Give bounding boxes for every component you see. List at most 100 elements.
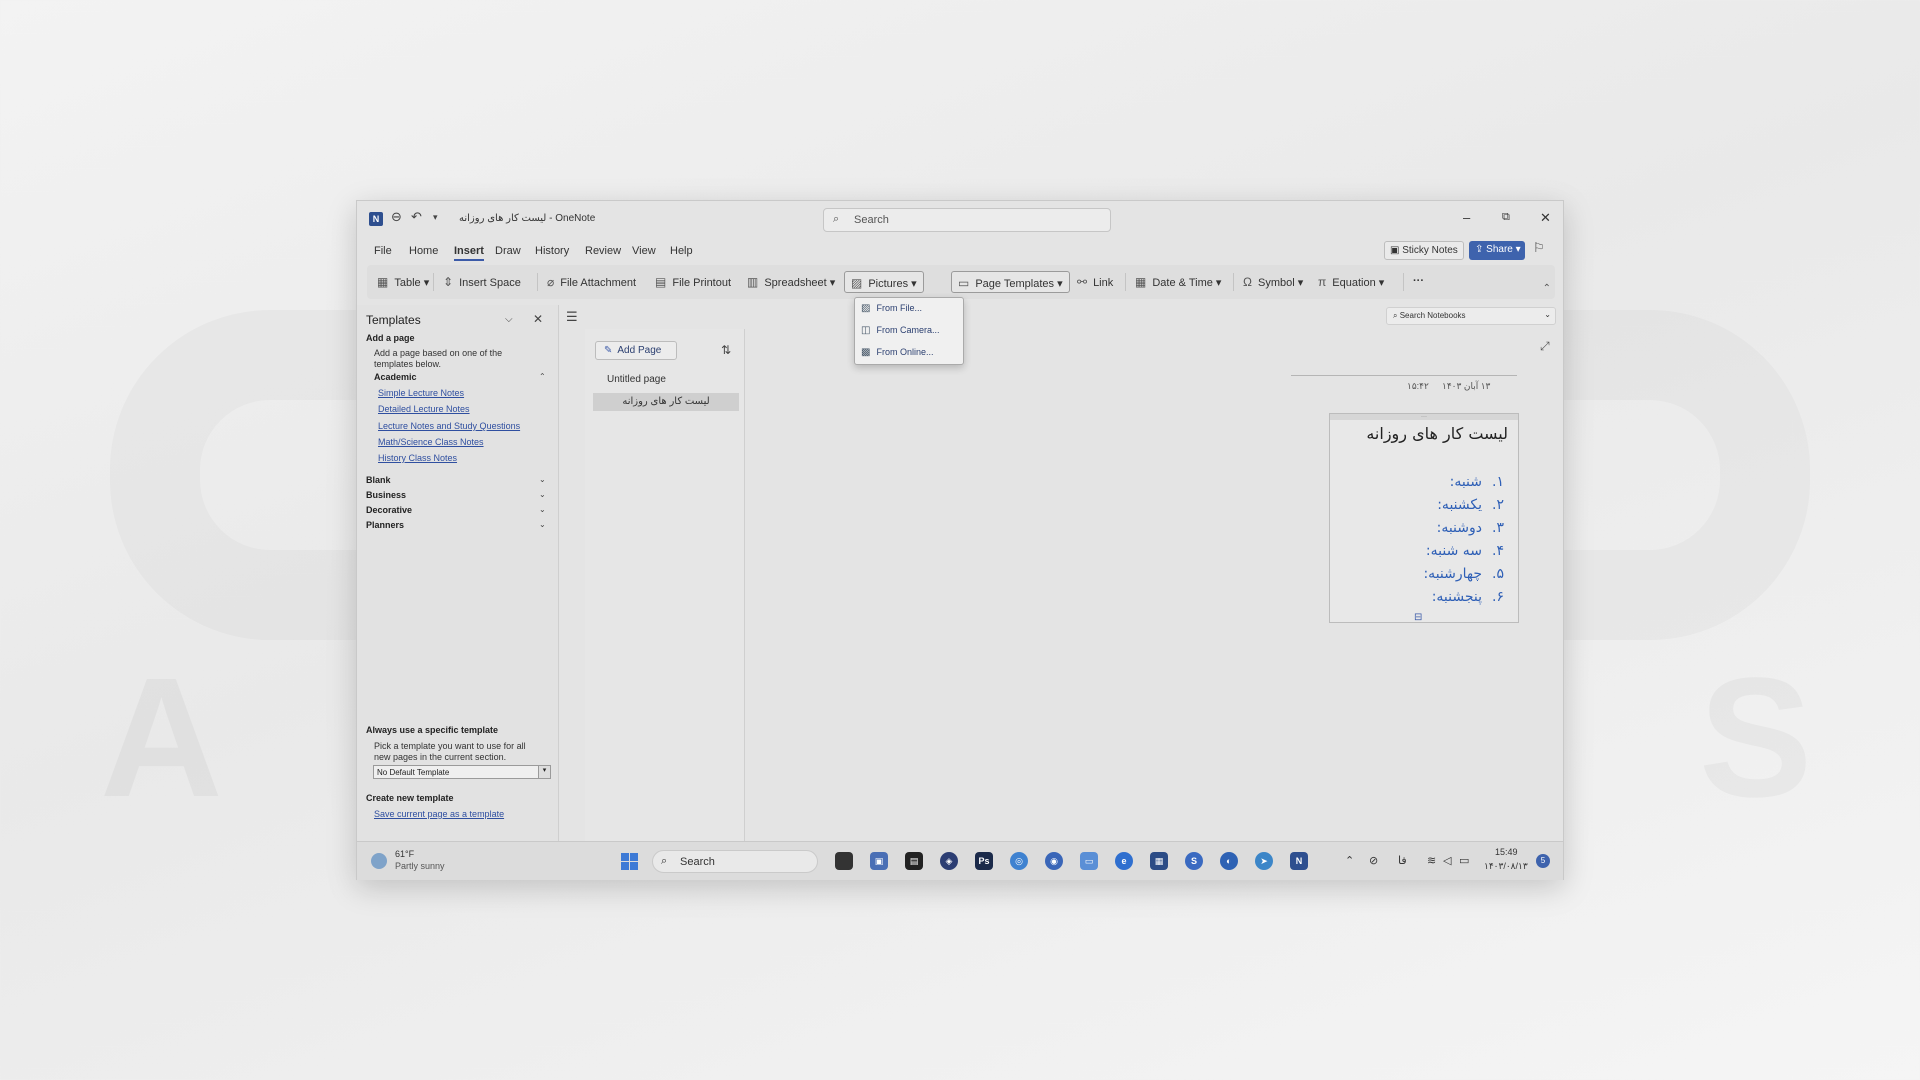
note-container[interactable]: ··· لیست کار های روزانه ۱. شنبه: ۲. یکشنبه… <box>1329 413 1519 623</box>
list-item[interactable]: ۳. دوشنبه: <box>1423 520 1504 543</box>
chevron-down-icon[interactable]: ⌵ <box>505 314 513 325</box>
symbol-button[interactable]: Ω Symbol ▾ <box>1237 271 1309 293</box>
list-item[interactable]: ۱. شنبه: <box>1423 474 1504 497</box>
pictures-button[interactable]: ▨ Pictures ▾ <box>844 271 924 293</box>
chevron-down-icon[interactable]: ⌄ <box>539 475 546 484</box>
terminal-icon[interactable]: ▤ <box>905 852 923 870</box>
note-title[interactable]: لیست کار های روزانه <box>1366 424 1508 443</box>
menu-insert[interactable]: Insert <box>454 245 484 261</box>
menu-draw[interactable]: Draw <box>495 245 521 257</box>
chevron-up-icon[interactable]: ⌃ <box>539 372 546 381</box>
menu-home[interactable]: Home <box>409 245 438 257</box>
template-link[interactable]: Simple Lecture Notes <box>378 388 464 398</box>
save-as-template-link[interactable]: Save current page as a template <box>374 809 504 819</box>
notification-badge[interactable]: 5 <box>1536 854 1550 868</box>
customize-toolbar-icon[interactable]: ▾ <box>433 212 438 223</box>
feedback-icon[interactable]: ⚐ <box>1533 240 1545 256</box>
collapse-ribbon-icon[interactable]: ⌃ <box>1543 283 1551 294</box>
chrome-icon[interactable]: ◎ <box>1010 852 1028 870</box>
photoshop-icon[interactable]: Ps <box>975 852 993 870</box>
minimize-icon[interactable]: – <box>1463 210 1470 225</box>
skype-icon[interactable]: S <box>1185 852 1203 870</box>
list-item[interactable]: ۴. سه شنبه: <box>1423 543 1504 566</box>
wifi-icon[interactable]: ≋ <box>1427 854 1436 867</box>
menu-help[interactable]: Help <box>670 245 693 257</box>
battery-icon[interactable]: ▭ <box>1459 854 1469 867</box>
menu-review[interactable]: Review <box>585 245 621 257</box>
close-icon[interactable]: ✕ <box>1540 210 1551 226</box>
file-explorer-icon[interactable]: ▭ <box>1080 852 1098 870</box>
from-online-item[interactable]: ▩ From Online... <box>861 347 933 358</box>
file-printout-button[interactable]: ▤ File Printout <box>649 271 737 293</box>
chevron-down-icon[interactable]: ⌄ <box>539 490 546 499</box>
telegram-icon[interactable]: ➤ <box>1255 852 1273 870</box>
edge-icon[interactable]: e <box>1115 852 1133 870</box>
sort-icon[interactable]: ⇅ <box>721 343 731 357</box>
firefox-icon[interactable]: ◉ <box>1045 852 1063 870</box>
search-notebooks-box[interactable]: ⌕ Search Notebooks ⌄ <box>1386 307 1556 325</box>
expand-icon[interactable]: ⤢ <box>1540 339 1550 354</box>
task-view-icon[interactable] <box>835 852 853 870</box>
menu-history[interactable]: History <box>535 245 569 257</box>
weather-icon[interactable] <box>371 853 387 869</box>
from-camera-item[interactable]: ◫ From Camera... <box>861 325 939 336</box>
template-link[interactable]: Lecture Notes and Study Questions <box>378 421 520 431</box>
sticky-notes-button[interactable]: ▣ Sticky Notes <box>1384 241 1464 260</box>
template-link[interactable]: History Class Notes <box>378 453 457 463</box>
clock-date[interactable]: ۱۴۰۳/۰۸/۱۳ <box>1484 861 1528 872</box>
store-icon[interactable]: ▦ <box>1150 852 1168 870</box>
insert-space-button[interactable]: ⇕ Insert Space <box>437 271 527 293</box>
menu-view[interactable]: View <box>632 245 656 257</box>
date-time-button[interactable]: ▦ Date & Time ▾ <box>1129 271 1227 293</box>
restore-icon[interactable]: ⧉ <box>1502 211 1510 224</box>
onenote-taskbar-icon[interactable]: N <box>1290 852 1308 870</box>
paste-options-icon[interactable]: ⊟ <box>1414 612 1422 623</box>
meet-icon[interactable]: ▣ <box>870 852 888 870</box>
table-button[interactable]: ▦ Table ▾ <box>371 271 435 293</box>
page-item-selected[interactable]: لیست کار های روزانه <box>593 393 739 411</box>
page-item[interactable]: Untitled page <box>593 371 739 389</box>
network-hidden-icon[interactable]: ⊘ <box>1369 854 1378 867</box>
menu-file[interactable]: File <box>374 245 392 257</box>
volume-icon[interactable]: ◁ <box>1443 854 1451 867</box>
add-page-button[interactable]: ✎ Add Page <box>595 341 677 360</box>
language-indicator[interactable]: فا <box>1398 854 1407 867</box>
from-file-item[interactable]: ▨ From File... <box>861 303 922 314</box>
close-pane-icon[interactable]: ✕ <box>533 312 543 326</box>
category-business[interactable]: Business <box>366 490 406 500</box>
category-blank[interactable]: Blank <box>366 475 391 485</box>
pictures-label: Pictures <box>868 278 909 290</box>
visual-studio-icon[interactable]: ◈ <box>940 852 958 870</box>
hamburger-menu-icon[interactable]: ☰ <box>566 309 578 325</box>
category-decorative[interactable]: Decorative <box>366 505 412 515</box>
spreadsheet-button[interactable]: ▥ Spreadsheet ▾ <box>741 271 841 293</box>
list-item[interactable]: ۲. یکشنبه: <box>1423 497 1504 520</box>
top-search-box[interactable]: ⌕ Search <box>823 208 1111 232</box>
list-number: ۱. <box>1492 474 1504 490</box>
weather-description[interactable]: Partly sunny <box>395 861 445 871</box>
more-options-button[interactable]: ··· <box>1407 271 1430 293</box>
chevron-down-icon[interactable]: ⌄ <box>539 520 546 529</box>
page-templates-button[interactable]: ▭ Page Templates ▾ <box>951 271 1070 293</box>
category-academic[interactable]: Academic <box>374 372 417 382</box>
chevron-down-icon[interactable]: ⌄ <box>539 505 546 514</box>
equation-button[interactable]: π Equation ▾ <box>1312 271 1390 293</box>
template-link[interactable]: Math/Science Class Notes <box>378 437 484 447</box>
default-template-select[interactable]: No Default Template ▾ <box>373 765 551 779</box>
taskbar-search[interactable]: ⌕ Search <box>652 850 818 873</box>
browser-icon[interactable]: ◐ <box>1220 852 1238 870</box>
clock-time[interactable]: 15:49 <box>1495 847 1518 857</box>
note-drag-handle[interactable]: ··· <box>1330 414 1518 420</box>
template-link[interactable]: Detailed Lecture Notes <box>378 404 470 414</box>
weather-temperature[interactable]: 61°F <box>395 849 414 859</box>
windows-start-icon[interactable] <box>621 853 638 870</box>
share-button[interactable]: ⇪ Share ▾ <box>1469 241 1525 260</box>
back-icon[interactable]: ⊖ <box>391 209 402 225</box>
chevron-up-icon[interactable]: ⌃ <box>1345 854 1354 867</box>
link-button[interactable]: ⚯ Link <box>1071 271 1119 293</box>
file-attachment-button[interactable]: ⌀ File Attachment <box>541 271 642 293</box>
category-planners[interactable]: Planners <box>366 520 404 530</box>
list-item[interactable]: ۵. چهارشنبه: <box>1423 566 1504 589</box>
list-item[interactable]: ۶. پنجشنبه: <box>1423 589 1504 612</box>
undo-icon[interactable]: ↶ <box>411 209 422 225</box>
